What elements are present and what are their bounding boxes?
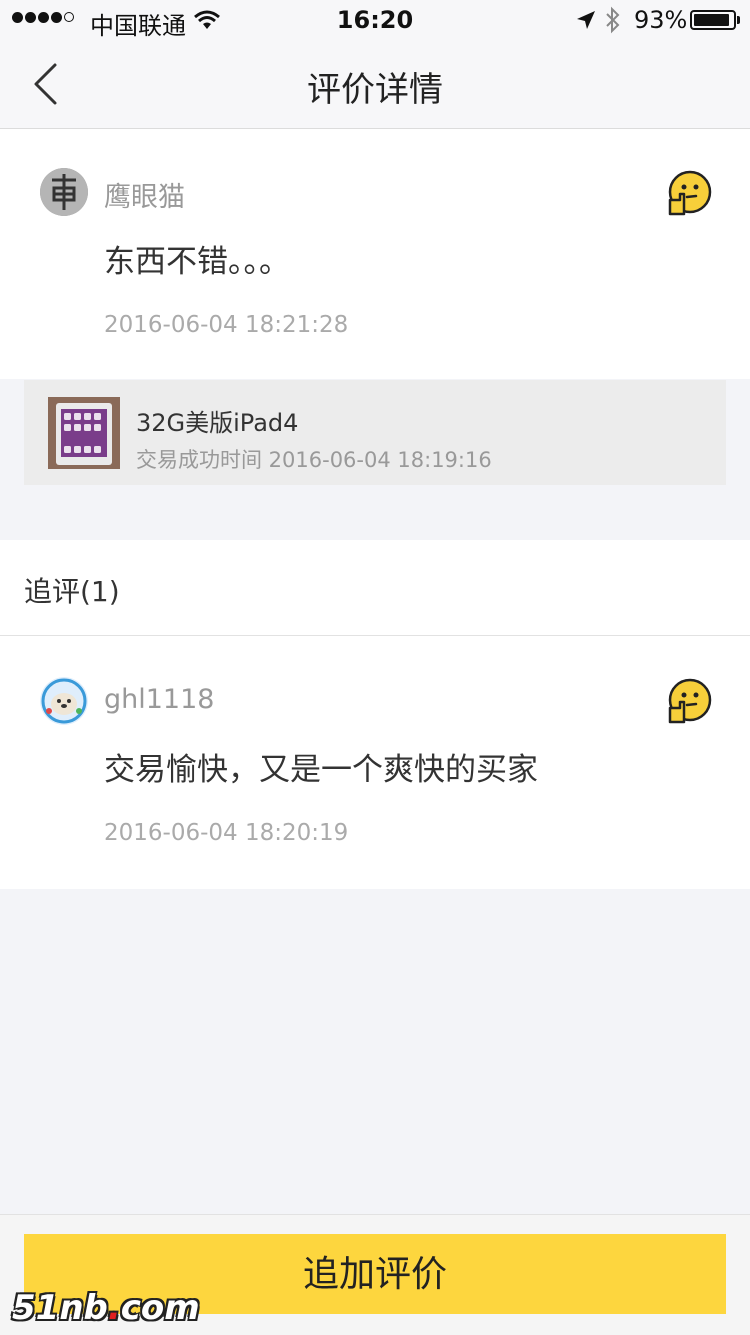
battery-tip [737, 16, 740, 24]
followup-section-title: 追评(1) [24, 575, 120, 608]
watermark-logo: 51nb.com [12, 1288, 200, 1328]
reviewer-avatar[interactable] [40, 168, 88, 216]
product-title: 32G美版iPad4 [136, 409, 299, 437]
location-arrow-icon [577, 11, 595, 29]
followup-time: 2016-06-04 18:20:19 [104, 820, 349, 846]
thinking-face-icon[interactable] [666, 678, 712, 724]
followup-username[interactable]: ghl1118 [104, 684, 214, 715]
review-time: 2016-06-04 18:21:28 [104, 312, 349, 338]
followup-content: 交易愉快，又是一个爽快的买家 [104, 752, 538, 788]
product-trade-time: 交易成功时间 2016-06-04 18:19:16 [136, 448, 492, 472]
battery-icon [690, 10, 736, 30]
thinking-face-icon[interactable] [666, 170, 712, 216]
review-content: 东西不错。。。 [104, 244, 290, 280]
page-title: 评价详情 [307, 70, 443, 110]
product-thumbnail [48, 397, 120, 469]
followup-avatar[interactable] [40, 677, 88, 725]
reviewer-name[interactable]: 鹰眼猫 [104, 175, 185, 214]
bluetooth-icon [606, 6, 620, 34]
battery-percent: 93% [634, 6, 688, 34]
